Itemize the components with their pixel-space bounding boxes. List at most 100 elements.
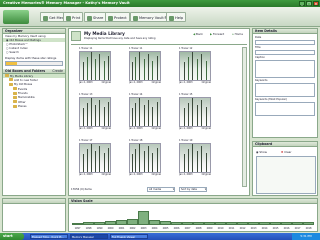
start-button[interactable]: start bbox=[0, 233, 24, 240]
timeline-year-bar[interactable] bbox=[193, 222, 204, 225]
folder-icon bbox=[9, 78, 13, 82]
back-button[interactable]: ◀ Back bbox=[193, 32, 203, 36]
app-logo bbox=[3, 10, 29, 24]
tree-trunk bbox=[148, 100, 150, 126]
popular-keywords-list[interactable] bbox=[255, 102, 315, 116]
thumbnail-tag: Original bbox=[101, 173, 111, 176]
timeline-year-bar[interactable] bbox=[171, 222, 182, 225]
tree-trunk bbox=[83, 154, 85, 172]
clipboard-show-button[interactable]: ◉ Show bbox=[256, 150, 267, 154]
protect-button[interactable]: Protect bbox=[105, 12, 130, 22]
timeline-year-bar[interactable] bbox=[72, 223, 83, 225]
thumbnail-date: Jan 2, 2003 bbox=[79, 173, 93, 176]
timeline-year-bar[interactable] bbox=[105, 221, 116, 225]
home-button[interactable]: ⌂ Home bbox=[232, 32, 243, 36]
timeline-year-label: 2008 bbox=[195, 227, 202, 230]
thumbnail-image[interactable] bbox=[79, 143, 111, 173]
timeline-year-bar[interactable] bbox=[127, 219, 138, 225]
timeline-year-bar[interactable] bbox=[226, 222, 237, 225]
option-search[interactable]: ○ Search bbox=[3, 50, 65, 54]
thumbnail-item[interactable]: 1 Tracer 12 Jan 2, 2003 Original bbox=[179, 47, 211, 93]
clipboard-header: Clipboard bbox=[253, 142, 317, 147]
tree-trunk bbox=[135, 57, 137, 80]
thumbnail-image[interactable] bbox=[129, 51, 161, 81]
timeline-year-label: 2001 bbox=[118, 227, 125, 230]
media-library-panel: My Media Library Displaying items that h… bbox=[68, 28, 250, 196]
timeline-year-bar[interactable] bbox=[204, 222, 215, 225]
timeline-year-bar[interactable] bbox=[182, 222, 193, 225]
forward-button[interactable]: ▶ Forward bbox=[210, 32, 224, 36]
task-memory-manager[interactable]: Memory Manager bbox=[70, 234, 108, 239]
timeline-year-bar[interactable] bbox=[259, 222, 270, 225]
timeline-year-label: 2012 bbox=[239, 227, 246, 230]
thumbnail-item[interactable]: 1 Tracer 14 Jan 2, 2003 Original bbox=[129, 93, 161, 139]
tree-trunk bbox=[152, 107, 154, 126]
thumbnail-info: Jan 2, 2003 Original bbox=[129, 127, 161, 131]
keywords-field[interactable] bbox=[255, 83, 315, 97]
task-elapsed-time[interactable]: Elapsed Time - Quick Pl... bbox=[30, 234, 68, 239]
thumbnail-item[interactable]: 1 Tracer 11 Jan 2, 2003 Original bbox=[129, 47, 161, 93]
timeline-year-label: 2011 bbox=[228, 227, 235, 230]
sort-select[interactable]: Sort by date ▾ bbox=[179, 187, 207, 192]
date-field[interactable] bbox=[255, 40, 315, 45]
tree-trunk bbox=[104, 61, 106, 80]
share-button[interactable]: Share bbox=[84, 12, 107, 22]
thumbnail-scrollbar[interactable] bbox=[242, 47, 247, 187]
clipboard-area[interactable] bbox=[256, 156, 316, 194]
maximize-icon[interactable]: □ bbox=[306, 1, 312, 6]
thumbnail-tag: Original bbox=[151, 127, 161, 130]
thumbnail-image[interactable] bbox=[129, 97, 161, 127]
media-filter-select[interactable]: All media ▾ bbox=[147, 187, 175, 192]
tree-item-places[interactable]: Places bbox=[3, 104, 65, 108]
home-icon: ⌂ bbox=[232, 32, 234, 36]
timeline-year-label: 2014 bbox=[261, 227, 268, 230]
timeline-year-bar[interactable] bbox=[94, 222, 105, 225]
caption-field[interactable] bbox=[255, 60, 315, 78]
tree-trunk bbox=[160, 97, 161, 126]
memory-vault-button[interactable]: Memory Vault® bbox=[130, 12, 171, 22]
timeline-year-label: 2015 bbox=[272, 227, 279, 230]
timeline-year-bar[interactable] bbox=[116, 220, 127, 225]
timeline-year-bar[interactable] bbox=[83, 222, 94, 225]
vault-icon bbox=[133, 15, 138, 21]
help-button[interactable]: Help bbox=[166, 12, 187, 22]
timeline-year-bar[interactable] bbox=[292, 222, 303, 225]
thumbnail-image[interactable] bbox=[179, 143, 211, 173]
thumbnail-item[interactable]: 1 Tracer 17 Jan 2, 2003 Original bbox=[79, 139, 111, 185]
rating-slider[interactable] bbox=[5, 60, 63, 66]
timeline-year-bar[interactable] bbox=[237, 222, 248, 225]
close-icon[interactable]: × bbox=[313, 1, 319, 6]
print-button[interactable]: Print bbox=[63, 12, 84, 22]
thumbnail-image[interactable] bbox=[179, 51, 211, 81]
ratings-label: Display items with these star ratings bbox=[5, 56, 57, 60]
thumbnail-item[interactable]: 1 Tracer 11 Jan 2, 2003 Original bbox=[79, 47, 111, 93]
folder-icon bbox=[5, 74, 9, 77]
timeline-year-bar[interactable] bbox=[281, 222, 292, 225]
timeline-year-bar[interactable] bbox=[270, 222, 281, 225]
clipboard-clear-button[interactable]: ✖ Clear bbox=[281, 150, 292, 154]
thumbnail-item[interactable]: 1 Tracer 15 Jan 2, 2003 Original bbox=[179, 93, 211, 139]
timeline-year-bar[interactable] bbox=[248, 222, 259, 225]
tree-trunk bbox=[188, 149, 190, 172]
thumbnail-item[interactable]: 1 Tracer 13 Jan 2, 2003 Original bbox=[79, 93, 111, 139]
title-field[interactable] bbox=[255, 50, 315, 55]
timeline-year-bar[interactable] bbox=[160, 221, 171, 225]
timeline-year-bar[interactable] bbox=[303, 222, 314, 225]
thumbnail-image[interactable] bbox=[79, 51, 111, 81]
thumbnail-image[interactable] bbox=[79, 97, 111, 127]
timeline-year-bar[interactable] bbox=[215, 222, 226, 225]
timeline-year-bar[interactable] bbox=[149, 220, 160, 225]
thumbnail-image[interactable] bbox=[129, 143, 161, 173]
tree-trunk bbox=[108, 102, 110, 126]
thumbnail-image[interactable] bbox=[179, 97, 211, 127]
tree-trunk bbox=[132, 108, 134, 126]
thumbnail-item[interactable]: 1 Tracer 19 Jan 2, 2003 Original bbox=[179, 139, 211, 185]
thumbnail-info: Jan 2, 2003 Original bbox=[129, 173, 161, 177]
thumbnail-item[interactable]: 1 Tracer 18 Jan 2, 2003 Original bbox=[129, 139, 161, 185]
task-fuji-viewer[interactable]: Fuji Finepix Viewer bbox=[110, 234, 148, 239]
tree-trunk bbox=[108, 56, 110, 80]
timeline-year-bar[interactable] bbox=[138, 211, 149, 225]
folder-icon bbox=[13, 104, 17, 108]
thumbnail-info: Jan 2, 2003 Original bbox=[129, 81, 161, 85]
minimize-icon[interactable]: _ bbox=[299, 1, 305, 6]
